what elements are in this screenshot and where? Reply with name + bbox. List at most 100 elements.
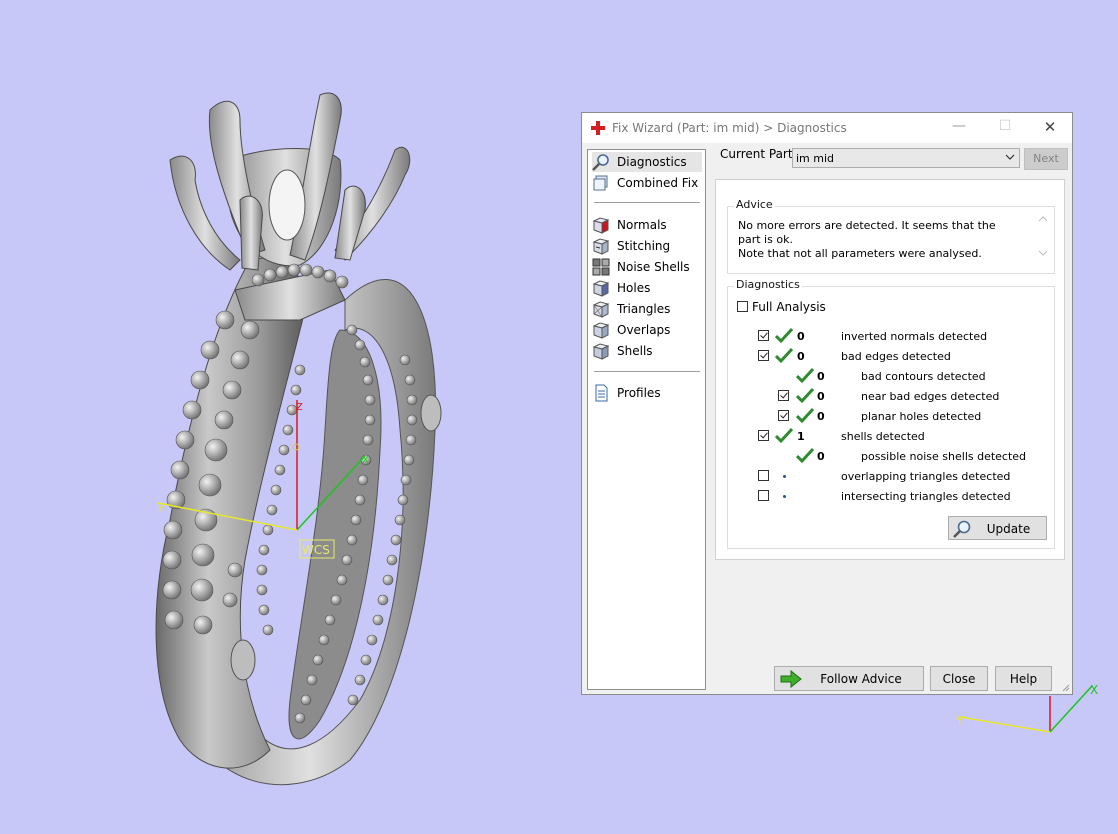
nav-item-triangles[interactable]: Triangles xyxy=(592,299,702,319)
nav-item-profiles[interactable]: Profiles xyxy=(592,383,702,403)
follow-advice-label: Follow Advice xyxy=(820,672,902,686)
stitching-cube-icon xyxy=(592,238,610,255)
overlaps-cube-icon xyxy=(592,322,610,339)
diag-count: 0 xyxy=(817,390,825,403)
holes-cube-icon xyxy=(592,280,610,297)
advice-line-1: No more errors are detected. It seems th… xyxy=(738,219,996,246)
close-button[interactable]: Close xyxy=(930,666,988,691)
diag-count: 0 xyxy=(797,350,805,363)
wizard-nav: Diagnostics Combined Fix Normals Stitchi… xyxy=(587,149,706,690)
diag-label: planar holes detected xyxy=(861,410,982,423)
diag-label: intersecting triangles detected xyxy=(841,490,1011,503)
shells-cube-icon xyxy=(592,343,610,360)
nav-item-diagnostics[interactable]: Diagnostics xyxy=(592,152,702,172)
diag-label: inverted normals detected xyxy=(841,330,988,343)
advice-scrollbar[interactable] xyxy=(1036,213,1050,259)
nav-item-normals[interactable]: Normals xyxy=(592,215,702,235)
axis-label-x: X xyxy=(362,455,369,466)
follow-advice-button[interactable]: Follow Advice xyxy=(774,666,924,691)
diagnostics-legend: Diagnostics xyxy=(734,278,802,291)
diag-label: bad edges detected xyxy=(841,350,951,363)
nav-label-holes: Holes xyxy=(617,281,651,295)
chevron-down-icon xyxy=(1005,154,1015,160)
nav-item-shells[interactable]: Shells xyxy=(592,341,702,361)
diag-count: 0 xyxy=(817,370,825,383)
full-analysis-label: Full Analysis xyxy=(752,300,826,314)
axis-label-z: Z xyxy=(296,402,303,413)
current-part-select[interactable]: im mid xyxy=(792,148,1020,168)
magnifier-icon xyxy=(592,154,609,171)
close-window-button[interactable]: ✕ xyxy=(1027,113,1073,143)
nav-label-normals: Normals xyxy=(617,218,667,232)
diag-checkbox[interactable] xyxy=(778,390,789,401)
diag-count: 0 xyxy=(817,450,825,463)
advice-line-2: Note that not all parameters were analys… xyxy=(738,247,982,260)
diag-checkbox[interactable] xyxy=(758,470,769,481)
close-icon: ✕ xyxy=(1043,118,1057,136)
nav-item-overlaps[interactable]: Overlaps xyxy=(592,320,702,340)
help-button-label: Help xyxy=(1009,672,1038,686)
diag-label: overlapping triangles detected xyxy=(841,470,1011,483)
green-check-icon xyxy=(775,347,793,363)
nav-item-stitching[interactable]: Stitching xyxy=(592,236,702,256)
green-check-icon xyxy=(775,427,793,443)
combined-fix-icon xyxy=(593,175,608,191)
pending-dot-icon xyxy=(783,475,786,478)
advice-group: Advice No more errors are detected. It s… xyxy=(727,198,1055,274)
diag-label: bad contours detected xyxy=(861,370,986,383)
nav-item-holes[interactable]: Holes xyxy=(592,278,702,298)
axis-label-y: Y xyxy=(157,504,165,515)
nav-item-combined-fix[interactable]: Combined Fix xyxy=(592,173,702,193)
diag-count: 1 xyxy=(797,430,805,443)
diagnostics-group: Diagnostics Full Analysis 0 inverted nor… xyxy=(727,278,1055,549)
fix-wizard-dialog: Fix Wizard (Part: im mid) > Diagnostics … xyxy=(581,112,1073,695)
profiles-document-icon xyxy=(595,384,608,402)
update-button[interactable]: Update xyxy=(948,516,1047,540)
green-check-icon xyxy=(796,447,814,463)
diagnostics-panel: Advice No more errors are detected. It s… xyxy=(715,179,1065,560)
update-button-label: Update xyxy=(986,522,1031,536)
pending-dot-icon xyxy=(783,495,786,498)
nav-label-noise-shells: Noise Shells xyxy=(617,260,690,274)
diag-checkbox[interactable] xyxy=(778,410,789,421)
nav-label-profiles: Profiles xyxy=(617,386,661,400)
diag-checkbox[interactable] xyxy=(758,490,769,501)
green-check-icon xyxy=(796,387,814,403)
title-bar[interactable]: Fix Wizard (Part: im mid) > Diagnostics … xyxy=(582,113,1072,143)
current-part-value: im mid xyxy=(796,152,835,165)
minimize-button[interactable]: — xyxy=(936,113,982,143)
green-check-icon xyxy=(775,327,793,343)
diag-count: 0 xyxy=(817,410,825,423)
dialog-title: Fix Wizard (Part: im mid) > Diagnostics xyxy=(612,121,847,135)
full-analysis-checkbox[interactable] xyxy=(737,301,748,312)
nav-label-overlaps: Overlaps xyxy=(617,323,671,337)
diag-checkbox[interactable] xyxy=(758,330,769,341)
diag-checkbox[interactable] xyxy=(758,350,769,361)
help-button[interactable]: Help xyxy=(995,666,1052,691)
nav-label-shells: Shells xyxy=(617,344,653,358)
noise-shells-icon xyxy=(592,258,610,276)
minimize-icon: — xyxy=(952,118,966,134)
maximize-icon: ☐ xyxy=(998,118,1012,134)
wcs-label: WCS xyxy=(302,543,330,557)
nav-item-noise-shells[interactable]: Noise Shells xyxy=(592,257,702,277)
next-button[interactable]: Next xyxy=(1024,148,1068,170)
green-check-icon xyxy=(796,407,814,423)
resize-grip-icon[interactable] xyxy=(1060,682,1070,692)
diag-count: 0 xyxy=(797,330,805,343)
triangles-cube-icon xyxy=(592,301,610,318)
advice-legend: Advice xyxy=(734,198,775,211)
diag-label: near bad edges detected xyxy=(861,390,1000,403)
nav-label-stitching: Stitching xyxy=(617,239,671,253)
nav-label-diagnostics: Diagnostics xyxy=(617,155,687,169)
diag-checkbox[interactable] xyxy=(758,430,769,441)
ring-model[interactable] xyxy=(155,92,442,786)
diag-label: shells detected xyxy=(841,430,925,443)
green-check-icon xyxy=(796,367,814,383)
magnifier-icon xyxy=(953,520,971,538)
nav-label-combined-fix: Combined Fix xyxy=(617,176,699,190)
red-cross-app-icon xyxy=(591,121,605,135)
mini-axis-label-y: Y xyxy=(955,714,964,728)
diag-label: possible noise shells detected xyxy=(861,450,1027,463)
maximize-button[interactable]: ☐ xyxy=(982,113,1028,143)
